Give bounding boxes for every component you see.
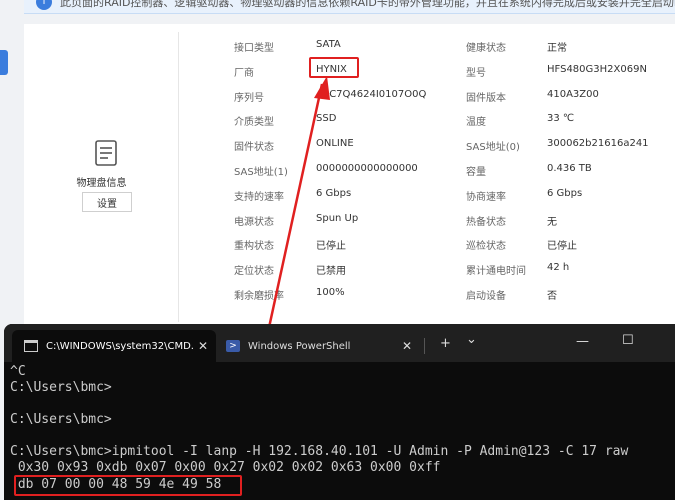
field-value: 已禁用 [316, 266, 346, 277]
field-value: 6 Gbps [316, 188, 352, 199]
cmd-icon [24, 340, 38, 352]
field-value: SATA [316, 39, 341, 50]
field-value: ASC7Q4624I0107O0Q [316, 89, 427, 100]
field-value: 已停止 [316, 241, 346, 252]
powershell-icon: > [226, 340, 240, 352]
field-value: 300062b21616a241 [547, 138, 649, 149]
tab-cmd-title: C:\WINDOWS\system32\CMD. [46, 341, 194, 352]
field-label: 剩余磨损率 [234, 291, 284, 302]
sidebar-active-indicator [0, 50, 8, 75]
vendor-highlight-box [309, 57, 359, 78]
maximize-icon[interactable]: ☐ [622, 333, 634, 348]
terminal-window[interactable]: C:\WINDOWS\system32\CMD. ✕ > Windows Pow… [4, 324, 675, 500]
field-label: 固件版本 [466, 93, 506, 104]
field-label: 电源状态 [234, 217, 274, 228]
field-value: SSD [316, 113, 337, 124]
field-label: 定位状态 [234, 266, 274, 277]
terminal-tab-bar: C:\WINDOWS\system32\CMD. ✕ > Windows Pow… [4, 324, 675, 362]
field-label: SAS地址(0) [466, 142, 520, 153]
screenshot-root: i 此页面的RAID控制器、逻辑驱动器、物理驱动器的信息依赖RAID卡的带外管理… [0, 0, 675, 500]
field-value: 42 h [547, 262, 570, 273]
banner-text: 此页面的RAID控制器、逻辑驱动器、物理驱动器的信息依赖RAID卡的带外管理功能… [60, 0, 675, 9]
field-label: 累计通电时间 [466, 266, 526, 277]
tab-cmd[interactable]: C:\WINDOWS\system32\CMD. ✕ [12, 330, 216, 362]
field-label: 支持的速率 [234, 192, 284, 203]
field-label: 启动设备 [466, 291, 506, 302]
field-value: 已停止 [547, 241, 577, 252]
field-label: 接口类型 [234, 43, 274, 54]
field-label: 序列号 [234, 93, 264, 104]
tab-separator [424, 338, 425, 354]
field-value: 0.436 TB [547, 163, 592, 174]
field-label: 协商速率 [466, 192, 506, 203]
terminal-line: C:\Users\bmc> [10, 412, 112, 427]
field-value: 0000000000000000 [316, 163, 418, 174]
disk-summary-column: 物理盘信息 设置 [24, 32, 179, 322]
disk-info-title: 物理盘信息 [76, 178, 127, 189]
field-value: 正常 [547, 43, 567, 54]
field-value: 6 Gbps [547, 188, 583, 199]
field-value: 否 [547, 291, 557, 302]
info-icon: i [36, 0, 52, 10]
terminal-line: C:\Users\bmc>ipmitool -I lanp -H 192.168… [10, 444, 629, 459]
field-label: 容量 [466, 167, 486, 178]
field-value: Spun Up [316, 213, 359, 224]
field-label: 型号 [466, 68, 486, 79]
response-highlight-box [14, 475, 242, 496]
setup-button[interactable]: 设置 [82, 192, 132, 212]
field-label: 健康状态 [466, 43, 506, 54]
field-label: 重构状态 [234, 241, 274, 252]
field-value: HFS480G3H2X069N [547, 64, 647, 75]
terminal-line: 0x30 0x93 0xdb 0x07 0x00 0x27 0x02 0x02 … [10, 460, 441, 475]
disk-info-icon [95, 140, 117, 166]
minimize-icon[interactable]: — [576, 334, 589, 349]
terminal-line: ^C [10, 364, 26, 379]
field-value: ONLINE [316, 138, 354, 149]
field-value: 33 ℃ [547, 113, 575, 124]
field-label: 介质类型 [234, 117, 274, 128]
tab-powershell-close-icon[interactable]: ✕ [402, 339, 412, 353]
tab-cmd-close-icon[interactable]: ✕ [198, 339, 208, 353]
field-value: 无 [547, 217, 557, 228]
terminal-line: C:\Users\bmc> [10, 380, 112, 395]
field-value: 410A3Z00 [547, 89, 599, 100]
field-label: SAS地址(1) [234, 167, 288, 178]
chevron-down-icon[interactable]: ⌄ [466, 332, 477, 347]
new-tab-icon[interactable]: + [440, 336, 451, 351]
field-label: 热备状态 [466, 217, 506, 228]
field-label: 固件状态 [234, 142, 274, 153]
field-label: 厂商 [234, 68, 254, 79]
info-banner: i 此页面的RAID控制器、逻辑驱动器、物理驱动器的信息依赖RAID卡的带外管理… [24, 0, 675, 14]
tab-powershell-title[interactable]: Windows PowerShell [248, 341, 350, 352]
field-label: 巡检状态 [466, 241, 506, 252]
field-value: 100% [316, 287, 345, 298]
field-label: 温度 [466, 117, 486, 128]
